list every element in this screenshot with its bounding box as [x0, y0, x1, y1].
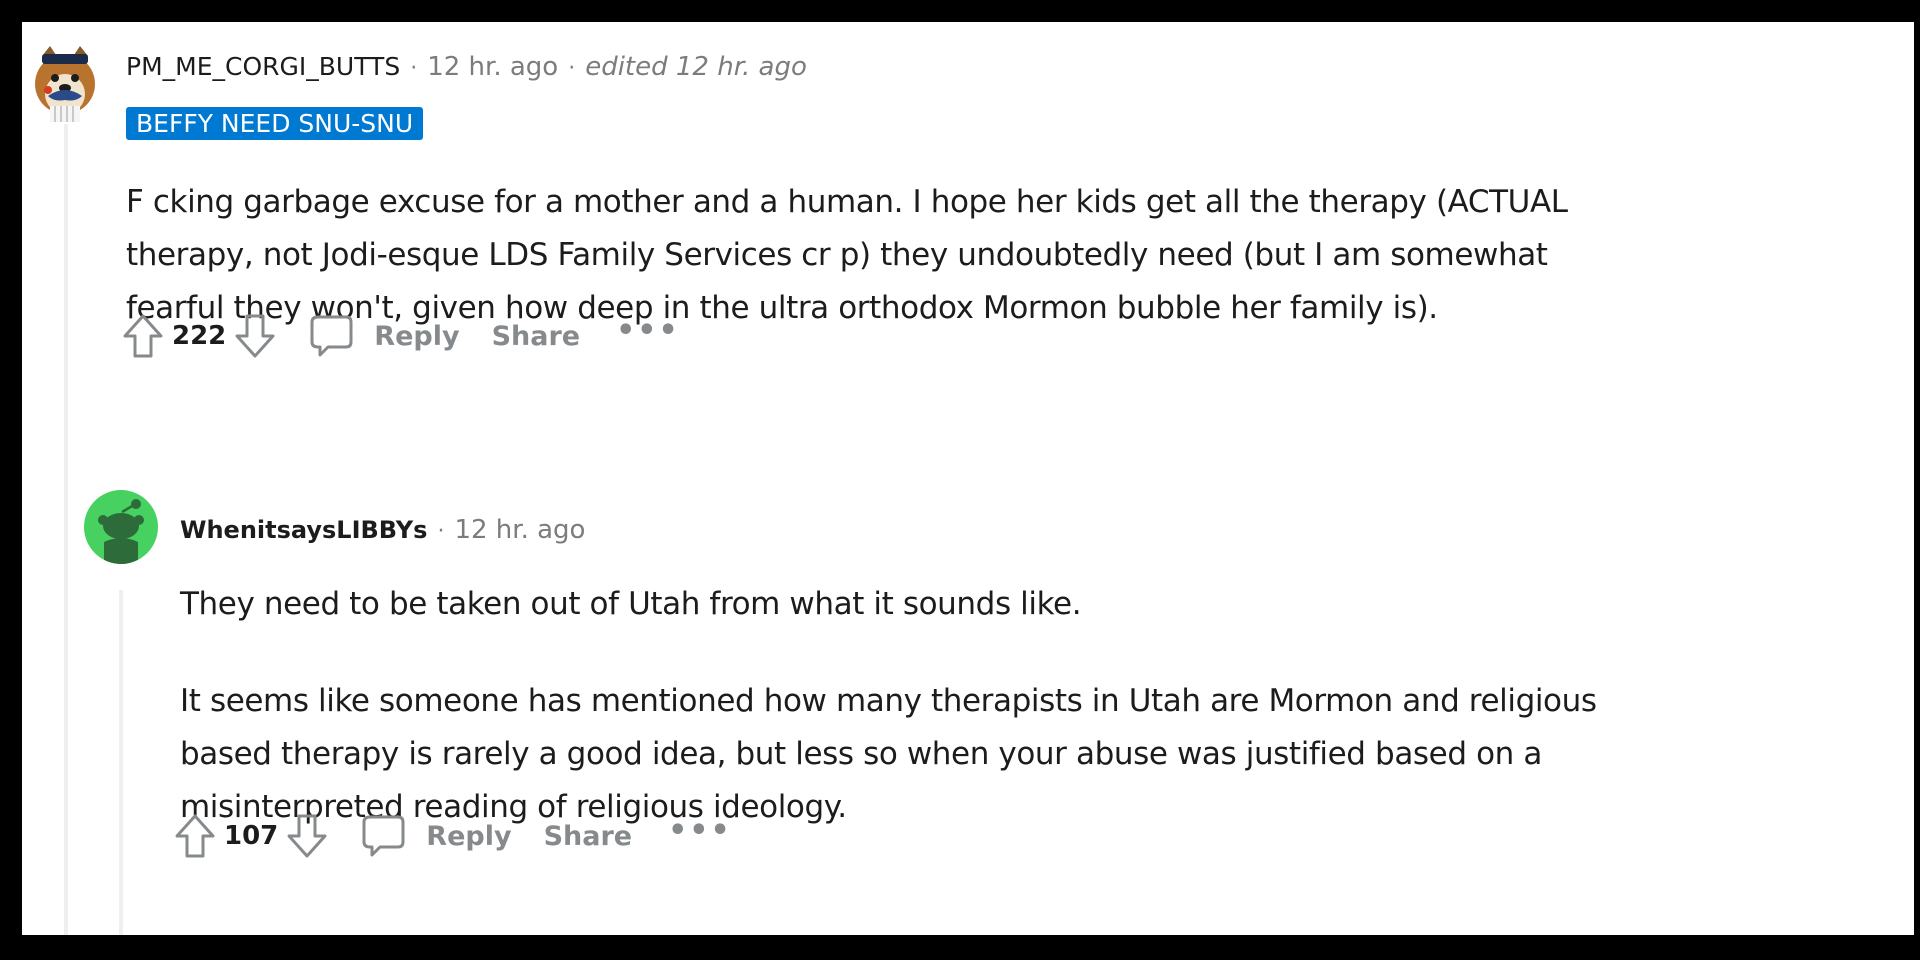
comment-actions: 222 Reply Share •••	[118, 306, 680, 366]
meta-separator: ·	[410, 56, 418, 81]
reply-label: Reply	[374, 320, 460, 352]
thread-line-nested[interactable]	[119, 590, 123, 935]
upvote-icon[interactable]	[118, 309, 168, 363]
snoo-avatar-icon[interactable]	[84, 490, 158, 564]
corgi-avatar-icon[interactable]	[28, 44, 102, 124]
comment-text-line: therapy, not Jodi-esque LDS Family Servi…	[126, 237, 1548, 273]
reply-button[interactable]: Reply	[360, 813, 512, 859]
comment-bubble-icon	[310, 315, 353, 357]
reply-label: Reply	[426, 820, 512, 852]
timestamp[interactable]: 12 hr. ago	[454, 515, 585, 545]
comment-text-line: They need to be taken out of Utah from w…	[180, 586, 1082, 622]
comment-meta: WhenitsaysLIBBYs · 12 hr. ago	[180, 515, 585, 545]
reply-button[interactable]: Reply	[308, 313, 460, 359]
comment-meta: PM_ME_CORGI_BUTTS · 12 hr. ago · edited …	[126, 52, 807, 82]
user-flair[interactable]: BEFFY NEED SNU-SNU	[126, 107, 424, 140]
share-button[interactable]: Share	[492, 321, 581, 352]
comment-thread: PM_ME_CORGI_BUTTS · 12 hr. ago · edited …	[22, 22, 1914, 935]
comment-text-line: based therapy is rarely a good idea, but…	[180, 736, 1542, 772]
share-button[interactable]: Share	[544, 821, 633, 852]
downvote-icon[interactable]	[282, 809, 332, 863]
thread-line[interactable]	[64, 124, 68, 935]
meta-separator: ·	[568, 56, 576, 81]
more-options-icon[interactable]: •••	[668, 813, 732, 848]
vote-score: 222	[172, 321, 227, 351]
downvote-icon[interactable]	[230, 309, 280, 363]
comment-bubble-icon	[362, 815, 405, 857]
upvote-icon[interactable]	[170, 809, 220, 863]
more-options-icon[interactable]: •••	[616, 313, 680, 348]
edited-timestamp: edited 12 hr. ago	[585, 52, 807, 82]
vote-score: 107	[224, 821, 279, 851]
comment-actions: 107 Reply Share •••	[170, 806, 732, 866]
username[interactable]: WhenitsaysLIBBYs	[180, 516, 427, 544]
timestamp[interactable]: 12 hr. ago	[427, 52, 558, 82]
username[interactable]: PM_ME_CORGI_BUTTS	[126, 52, 400, 81]
comment-body: They need to be taken out of Utah from w…	[180, 578, 1597, 834]
meta-separator: ·	[437, 519, 445, 544]
comment-text-line: It seems like someone has mentioned how …	[180, 683, 1597, 719]
comment-text-line: F cking garbage excuse for a mother and …	[126, 184, 1568, 220]
